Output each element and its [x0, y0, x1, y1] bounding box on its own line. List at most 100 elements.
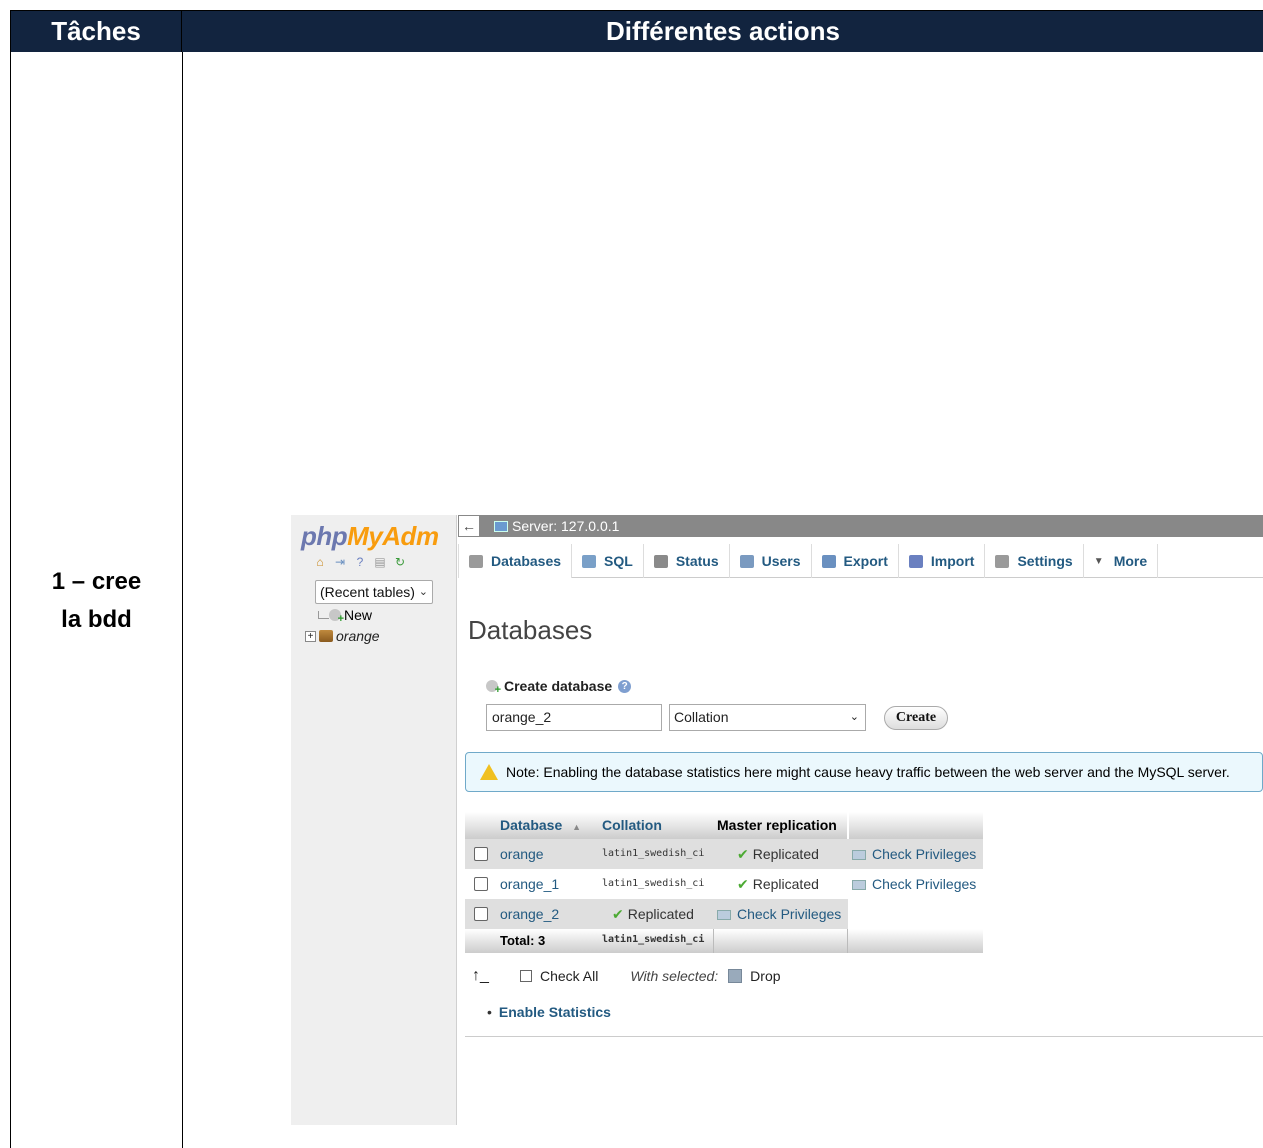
users-icon: [739, 554, 754, 568]
table-row: orange latin1_swedish_ci ✔ Replicated Che…: [465, 839, 983, 869]
total-label: Total: 3: [500, 933, 546, 948]
tab-label: Import: [930, 553, 975, 569]
db-replication: ✔ Replicated: [737, 876, 819, 892]
header-collation[interactable]: Collation: [602, 812, 712, 839]
table-row: orange_2 ✔ Replicated Check Privileges: [465, 899, 848, 929]
table-header-row: Tâches Différentes actions: [11, 11, 1263, 52]
server-breadcrumb[interactable]: Server: 127.0.0.1: [494, 515, 619, 537]
collapse-arrow-icon[interactable]: ←: [458, 515, 480, 537]
db-name-link[interactable]: orange_2: [500, 899, 559, 929]
check-icon: ✔: [737, 876, 749, 892]
total-collation: latin1_swedish_ci: [602, 934, 705, 945]
tab-more[interactable]: ▼ More: [1084, 544, 1159, 578]
database-icon: [319, 630, 333, 642]
pma-main-panel: ← Server: 127.0.0.1 Databases SQL Status Us…: [458, 515, 1263, 1125]
db-name-link[interactable]: orange_1: [500, 869, 559, 899]
row-checkbox[interactable]: [474, 847, 488, 861]
header-database[interactable]: Database ▲: [500, 812, 598, 839]
task-cell: 1 – cree la bdd: [11, 52, 182, 1148]
docs-icon[interactable]: ▤: [373, 555, 387, 569]
privileges-icon: [852, 880, 866, 891]
with-selected-label: With selected:: [630, 968, 719, 984]
reload-icon[interactable]: ↻: [393, 555, 407, 569]
check-all-label[interactable]: Check All: [540, 968, 598, 984]
header-master-replication: Master replication: [717, 817, 837, 833]
check-icon: ✔: [612, 906, 624, 922]
table-header-row: Database ▲ Collation Master replication: [465, 812, 983, 839]
check-icon: ✔: [737, 846, 749, 862]
tab-label: Status: [675, 553, 719, 569]
recent-tables-select[interactable]: (Recent tables) ⌄: [315, 580, 433, 604]
page-title: Databases: [468, 615, 593, 645]
expand-plus-icon[interactable]: +: [305, 630, 316, 642]
server-icon: [494, 520, 508, 532]
tab-label: Export: [843, 553, 888, 569]
create-database-heading: Create database ?: [486, 678, 632, 696]
privileges-icon: [852, 850, 866, 861]
statistics-note: Note: Enabling the database statistics h…: [465, 752, 1263, 792]
tab-label: Databases: [491, 553, 562, 569]
tab-settings[interactable]: Settings: [985, 544, 1084, 578]
tab-sql[interactable]: SQL: [572, 544, 644, 578]
drop-button[interactable]: Drop: [750, 968, 780, 984]
enable-statistics-link[interactable]: Enable Statistics: [487, 1004, 611, 1020]
table-row: orange_1 latin1_swedish_ci ✔ Replicated C…: [465, 869, 983, 899]
server-breadcrumb-bar: ← Server: 127.0.0.1: [458, 515, 1263, 537]
table-total-row: Total: 3 latin1_swedish_ci: [465, 929, 983, 953]
sql-icon: [582, 554, 597, 568]
logo-php: php: [301, 521, 348, 551]
home-icon[interactable]: ⌂: [313, 555, 327, 569]
row-checkbox[interactable]: [474, 877, 488, 891]
divider: [465, 1036, 1263, 1037]
create-button[interactable]: Create: [884, 706, 948, 730]
check-privileges-link[interactable]: Check Privileges: [717, 899, 841, 929]
drop-icon[interactable]: [728, 969, 743, 983]
create-database-label: Create database: [504, 678, 613, 694]
logout-icon[interactable]: ⇥: [333, 555, 347, 569]
arrow-corner-icon: ↑_: [472, 967, 489, 984]
nav-new-label: New: [344, 607, 373, 623]
new-database-icon: [329, 609, 344, 625]
logo-my: My: [347, 521, 383, 551]
db-collation: latin1_swedish_ci: [602, 878, 705, 889]
help-icon[interactable]: ?: [353, 555, 367, 569]
database-icon: [469, 554, 483, 568]
nav-icon-bar: ⌂ ⇥ ? ▤ ↻: [313, 555, 407, 569]
tab-import[interactable]: Import: [899, 544, 986, 578]
recent-tables-value: (Recent tables): [320, 584, 415, 600]
tab-users[interactable]: Users: [730, 544, 812, 578]
database-name-input[interactable]: orange_2: [486, 704, 662, 731]
help-icon[interactable]: ?: [618, 679, 632, 693]
header-tasks: Tâches: [11, 11, 182, 52]
logo-adm: Adm: [382, 521, 439, 551]
pma-navigation-panel: phpMyAdm ⌂ ⇥ ? ▤ ↻ (Recent tables) ⌄ New…: [291, 515, 457, 1125]
check-privileges-link[interactable]: Check Privileges: [852, 839, 976, 869]
collation-select[interactable]: Collation ⌄: [669, 704, 866, 731]
tab-databases[interactable]: Databases: [458, 544, 573, 578]
nav-db-label: orange: [336, 628, 380, 644]
db-name-link[interactable]: orange: [500, 839, 544, 869]
tab-export[interactable]: Export: [812, 544, 899, 578]
triangle-down-icon: ▼: [1093, 555, 1104, 567]
check-all-checkbox[interactable]: [520, 970, 532, 982]
top-menu-tabs: Databases SQL Status Users Export Import Setti…: [458, 544, 1263, 578]
tab-label: SQL: [604, 553, 633, 569]
tab-label: Users: [761, 553, 801, 569]
create-database-icon: [486, 680, 501, 696]
column-divider: [182, 52, 183, 1148]
tab-status[interactable]: Status: [644, 544, 730, 578]
pma-logo[interactable]: phpMyAdm: [301, 521, 439, 552]
row-checkbox[interactable]: [474, 907, 488, 921]
db-replication: ✔ Replicated: [737, 846, 819, 862]
bulk-actions-bar: ↑_ Check All With selected: Drop: [472, 967, 781, 985]
chevron-down-icon: ⌄: [418, 586, 428, 598]
check-privileges-link[interactable]: Check Privileges: [852, 869, 976, 899]
tab-label: More: [1113, 553, 1148, 569]
nav-db-orange[interactable]: + orange: [305, 628, 380, 644]
db-replication: ✔ Replicated: [612, 906, 694, 922]
task-label: 1 – cree la bdd: [51, 567, 142, 633]
chevron-down-icon: ⌄: [849, 711, 859, 723]
import-icon: [908, 554, 923, 568]
header-actions: Différentes actions: [605, 16, 841, 46]
nav-new-database[interactable]: New: [329, 607, 373, 625]
